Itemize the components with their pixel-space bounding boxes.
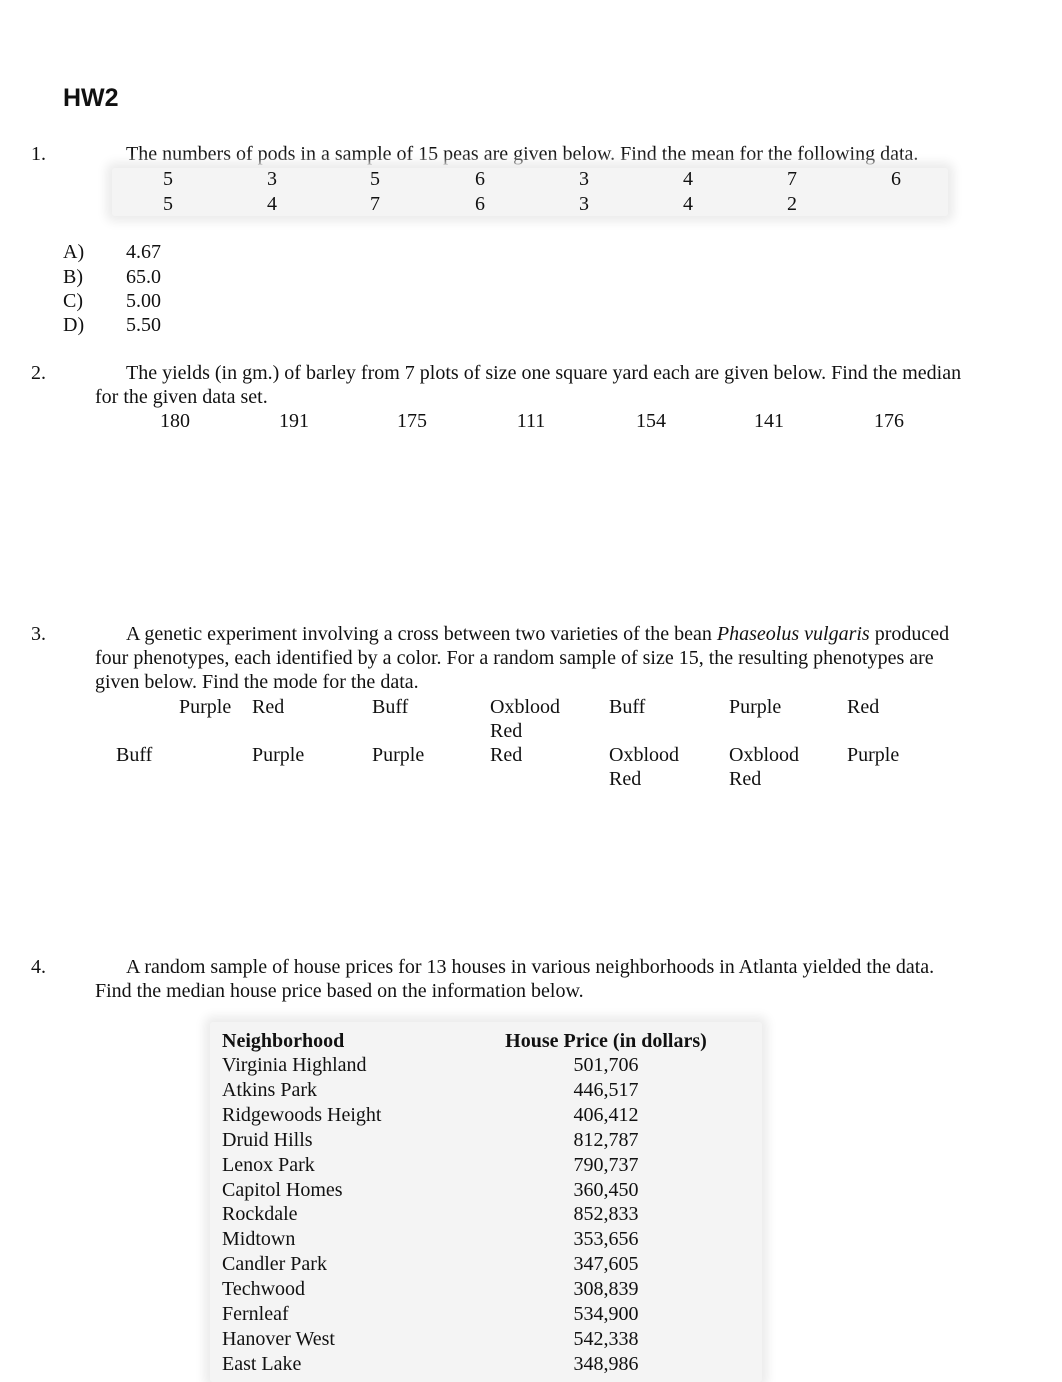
- price-cell: 852,833: [573, 1203, 639, 1226]
- column-header-neighborhood: Neighborhood: [222, 1030, 345, 1052]
- option-value: 5.00: [126, 290, 161, 312]
- phenotype-cell: Red: [252, 696, 285, 718]
- price-cell: 446,517: [573, 1078, 639, 1101]
- neighborhood-cell: East Lake: [222, 1352, 302, 1375]
- data-cell: 5: [163, 168, 173, 190]
- data-cell: 4: [267, 193, 277, 215]
- data-value: 180: [160, 410, 190, 432]
- option-value: 4.67: [126, 241, 161, 263]
- data-cell: 2: [787, 193, 797, 215]
- phenotype-cell: Buff: [372, 696, 409, 718]
- data-value: 141: [754, 410, 784, 432]
- option-letter: B): [63, 266, 83, 288]
- price-cell: 347,605: [573, 1253, 639, 1276]
- phenotype-cell: Oxblood Red: [490, 696, 560, 742]
- data-value: 191: [279, 410, 309, 432]
- question-text: The numbers of pods in a sample of 15 pe…: [126, 143, 919, 165]
- phenotype-cell: Purple: [252, 744, 305, 766]
- data-cell: 4: [683, 193, 693, 215]
- neighborhood-cell: Midtown: [222, 1228, 296, 1251]
- phenotype-cell: Red: [847, 696, 880, 718]
- question-text-line-2: four phenotypes, each identified by a co…: [95, 647, 934, 669]
- phenotype-cell: Purple: [179, 696, 232, 718]
- data-cell: 5: [370, 168, 380, 190]
- price-cell: 360,450: [573, 1178, 639, 1201]
- data-cell: 6: [891, 168, 901, 190]
- option-letter: A): [63, 241, 85, 263]
- phenotype-cell: Oxblood Red: [609, 744, 679, 790]
- neighborhood-cell: Atkins Park: [222, 1078, 317, 1101]
- data-value: 154: [636, 410, 666, 432]
- question-text-line-3: given below. Find the mode for the data.: [95, 671, 419, 693]
- price-cell: 812,787: [573, 1128, 639, 1151]
- price-cell: 406,412: [573, 1103, 639, 1126]
- data-cell: 6: [475, 193, 485, 215]
- price-cell: 353,656: [573, 1228, 639, 1251]
- option-letter: D): [63, 314, 85, 336]
- neighborhood-cell: Capitol Homes: [222, 1178, 343, 1201]
- phenotype-cell: Buff: [609, 696, 646, 718]
- phenotype-cell: Red: [490, 744, 523, 766]
- question-number: 3.: [31, 623, 46, 645]
- question-text-line-1: A genetic experiment involving a cross b…: [126, 622, 949, 646]
- neighborhood-cell: Fernleaf: [222, 1303, 289, 1325]
- price-cell: 308,839: [573, 1278, 639, 1301]
- phenotype-cell: Buff: [116, 744, 153, 766]
- data-cell: 7: [787, 168, 797, 190]
- price-cell: 790,737: [573, 1153, 639, 1176]
- option-value: 5.50: [126, 314, 161, 336]
- phenotype-cell: Purple: [729, 696, 782, 718]
- phenotype-cell: Oxblood Red: [729, 744, 799, 790]
- document-title: HW2: [63, 84, 119, 112]
- question-text-line-1: The yields (in gm.) of barley from 7 plo…: [126, 362, 962, 384]
- neighborhood-cell: Druid Hills: [222, 1128, 313, 1151]
- neighborhood-cell: Rockdale: [222, 1203, 298, 1226]
- price-cell: 542,338: [573, 1327, 639, 1350]
- neighborhood-cell: Virginia Highland: [222, 1054, 367, 1076]
- text-segment: A genetic experiment involving a cross b…: [126, 623, 717, 645]
- price-cell: 501,706: [573, 1054, 639, 1076]
- data-value: 175: [397, 410, 427, 432]
- phenotype-cell: Purple: [847, 744, 900, 766]
- text-segment: produced: [869, 623, 950, 645]
- question-text-line-1: A random sample of house prices for 13 h…: [126, 956, 935, 978]
- species-name: Phaseolus vulgaris: [716, 623, 870, 645]
- data-value: 176: [874, 410, 904, 432]
- column-header-price: House Price (in dollars): [505, 1030, 707, 1052]
- data-value: 111: [516, 410, 546, 432]
- data-cell: 7: [370, 193, 380, 215]
- data-cell: 5: [163, 193, 173, 215]
- option-letter: C): [63, 290, 83, 312]
- price-cell: 348,986: [573, 1352, 639, 1375]
- neighborhood-cell: Lenox Park: [222, 1153, 315, 1176]
- question-number: 2.: [31, 362, 46, 384]
- neighborhood-cell: Hanover West: [222, 1327, 335, 1350]
- question-number: 4.: [31, 956, 46, 978]
- data-cell: 3: [579, 193, 589, 215]
- question-text-line-2: Find the median house price based on the…: [95, 980, 584, 1002]
- data-cell: 4: [683, 168, 693, 190]
- neighborhood-cell: Candler Park: [222, 1253, 327, 1276]
- question-number: 1.: [31, 143, 46, 165]
- data-cell: 3: [267, 168, 277, 190]
- data-cell: 3: [579, 168, 589, 190]
- option-value: 65.0: [126, 266, 161, 288]
- neighborhood-cell: Techwood: [222, 1278, 306, 1301]
- phenotype-cell: Purple: [372, 744, 425, 766]
- data-cell: 6: [475, 168, 485, 190]
- neighborhood-cell: Ridgewoods Height: [222, 1103, 382, 1126]
- question-text-line-2: for the given data set.: [95, 386, 268, 408]
- price-cell: 534,900: [573, 1303, 639, 1325]
- data-table-background: [112, 168, 948, 216]
